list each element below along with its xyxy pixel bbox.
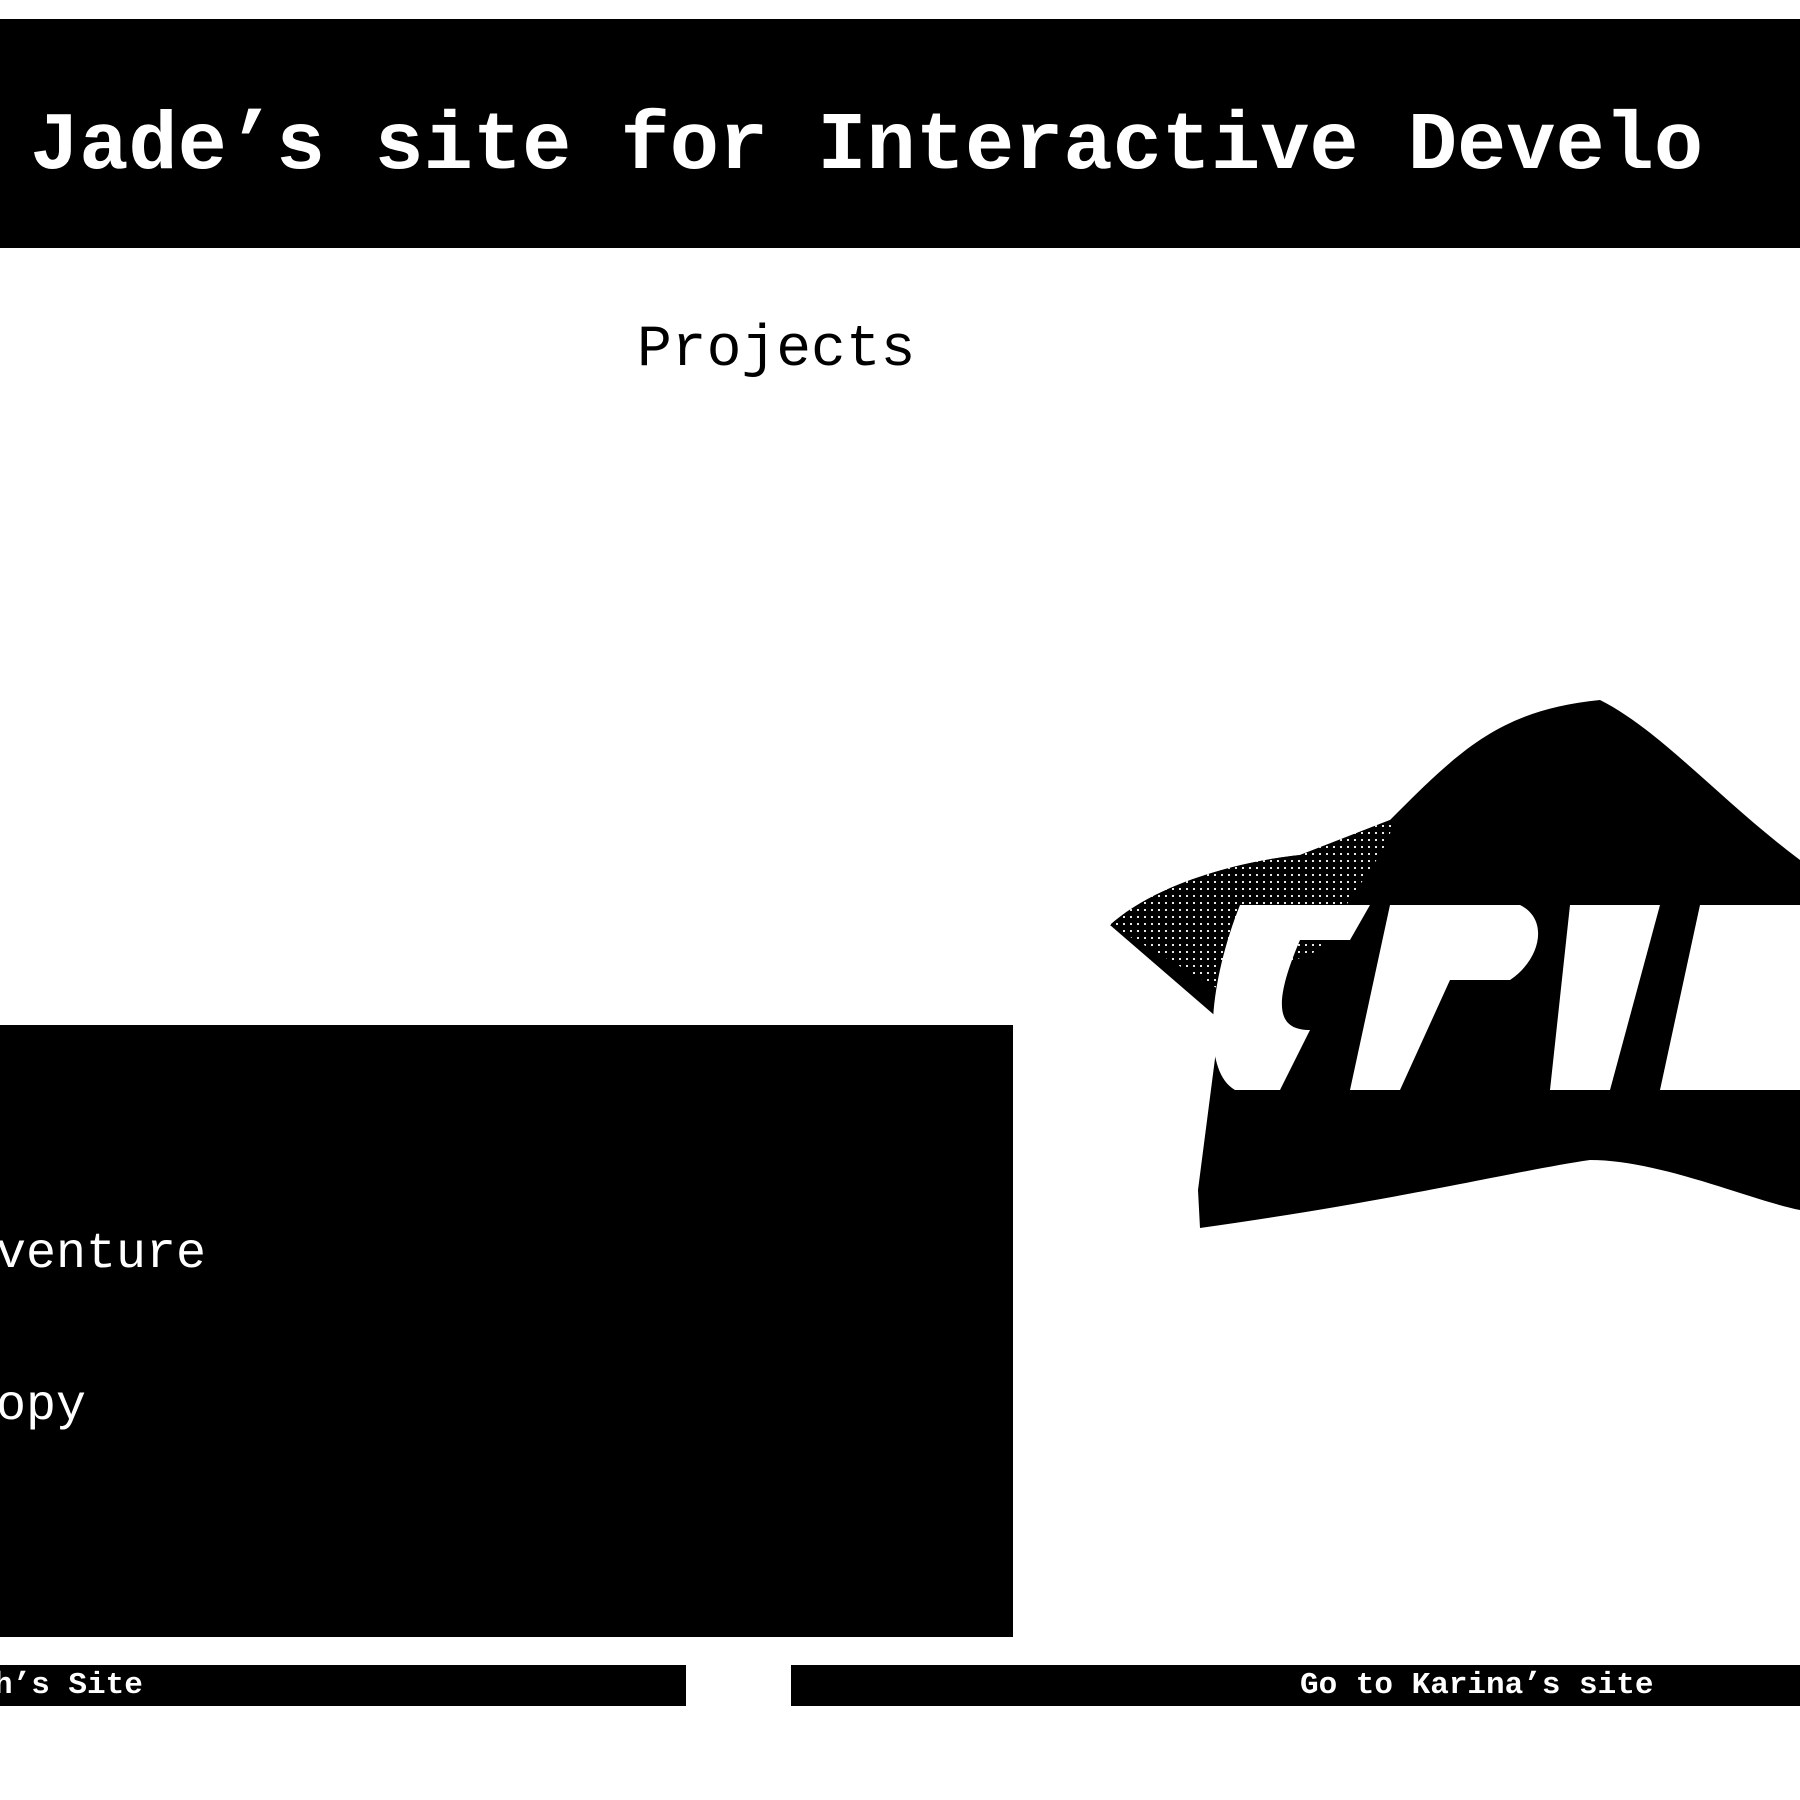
projects-heading: Projects (637, 318, 916, 383)
project-link[interactable]: opy (0, 1377, 86, 1437)
next-site-button[interactable]: Go to Karina’s site (791, 1665, 1800, 1706)
star-logo-image (1110, 700, 1800, 1228)
site-title: Jade’s site for Interactive Develo (30, 100, 1704, 193)
prev-site-button[interactable]: h’s Site (0, 1665, 686, 1706)
site-header: Jade’s site for Interactive Develo (0, 19, 1800, 248)
projects-panel: venture opy (0, 1025, 1013, 1637)
prev-site-label: h’s Site (0, 1668, 143, 1703)
next-site-label: Go to Karina’s site (1300, 1668, 1654, 1703)
project-link[interactable]: venture (0, 1225, 206, 1285)
